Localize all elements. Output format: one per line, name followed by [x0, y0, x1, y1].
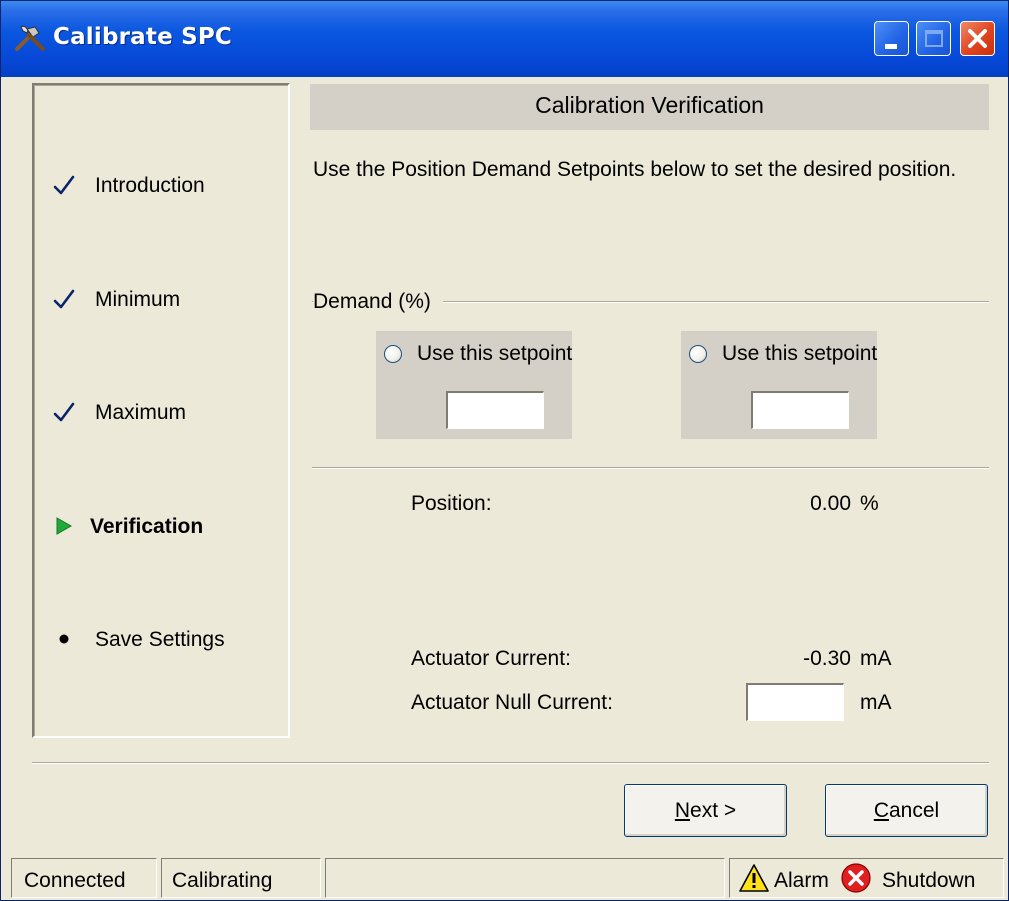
title-bar[interactable]: Calibrate SPC: [1, 1, 1008, 77]
setpoint-radio-label[interactable]: Use this setpoint: [417, 342, 572, 366]
step-label: Introduction: [95, 174, 205, 197]
checkmark-icon: [53, 175, 75, 195]
checkmark-icon: [53, 289, 75, 309]
step-label: Verification: [90, 515, 204, 538]
actuator-null-current-input[interactable]: [746, 683, 844, 721]
setpoint-panel-1: Use this setpoint: [376, 331, 572, 439]
step-label: Minimum: [95, 288, 181, 311]
minimize-icon: [885, 44, 897, 49]
minimize-button[interactable]: [874, 21, 909, 56]
step-introduction: Introduction: [35, 166, 285, 206]
warning-icon: [739, 864, 769, 892]
status-connection: Connected: [24, 869, 126, 892]
step-verification: Verification: [35, 507, 285, 547]
next-button[interactable]: Next >: [624, 784, 787, 837]
setpoint-radio-1[interactable]: [384, 345, 402, 363]
footer-divider: [32, 762, 989, 764]
actuator-current-value: -0.30: [803, 647, 851, 670]
window-title: Calibrate SPC: [53, 24, 232, 50]
status-pane-message: [325, 858, 725, 898]
step-minimum: Minimum: [35, 280, 285, 320]
group-divider-bottom: [312, 467, 989, 469]
actuator-current-unit: mA: [860, 647, 892, 670]
calibrate-window: Calibrate SPC Introduction Minimum Maxim…: [0, 0, 1009, 901]
shutdown-error-icon: [841, 863, 871, 893]
cancel-button-label: Cancel: [873, 799, 940, 822]
next-button-label: Next >: [674, 799, 737, 822]
step-label: Save Settings: [95, 628, 225, 651]
setpoint-radio-label[interactable]: Use this setpoint: [722, 342, 877, 366]
status-pane-connection: Connected: [11, 858, 157, 898]
status-mode: Calibrating: [172, 869, 273, 892]
cancel-button[interactable]: Cancel: [825, 784, 988, 837]
setpoint-radio-2[interactable]: [689, 345, 707, 363]
shutdown-label: Shutdown: [882, 869, 976, 892]
bullet-icon: [59, 634, 69, 644]
checkmark-icon: [53, 402, 75, 422]
panel-header: Calibration Verification: [310, 84, 989, 130]
step-label: Maximum: [95, 401, 187, 424]
setpoint-input-1[interactable]: [446, 391, 544, 429]
status-pane-alarms: Alarm Shutdown: [729, 858, 1004, 898]
alarm-label: Alarm: [774, 869, 829, 892]
play-arrow-icon: [56, 517, 73, 535]
actuator-current-label: Actuator Current:: [411, 647, 571, 670]
status-bar: Connected Calibrating Alarm Shutdown: [1, 854, 1008, 900]
panel-title: Calibration Verification: [535, 92, 764, 118]
tools-icon: [15, 26, 45, 51]
setpoint-input-2[interactable]: [751, 391, 849, 429]
maximize-icon: [925, 30, 943, 47]
position-unit: %: [860, 492, 879, 515]
step-save-settings: Save Settings: [35, 620, 285, 660]
setpoint-panel-2: Use this setpoint: [681, 331, 877, 439]
close-button[interactable]: [960, 21, 995, 56]
instruction-text: Use the Position Demand Setpoints below …: [313, 158, 957, 181]
status-pane-mode: Calibrating: [161, 858, 321, 898]
demand-group: Demand (%) Use this setpoint Use this se…: [312, 286, 989, 469]
actuator-null-current-label: Actuator Null Current:: [411, 691, 613, 714]
demand-group-label: Demand (%): [313, 290, 443, 314]
position-value: 0.00: [810, 492, 851, 515]
maximize-button[interactable]: [916, 21, 951, 56]
position-label: Position:: [411, 492, 492, 515]
actuator-null-current-unit: mA: [860, 691, 892, 714]
step-maximum: Maximum: [35, 393, 285, 433]
close-icon: [968, 29, 987, 48]
wizard-steps-panel: Introduction Minimum Maximum Verificatio…: [32, 83, 290, 738]
